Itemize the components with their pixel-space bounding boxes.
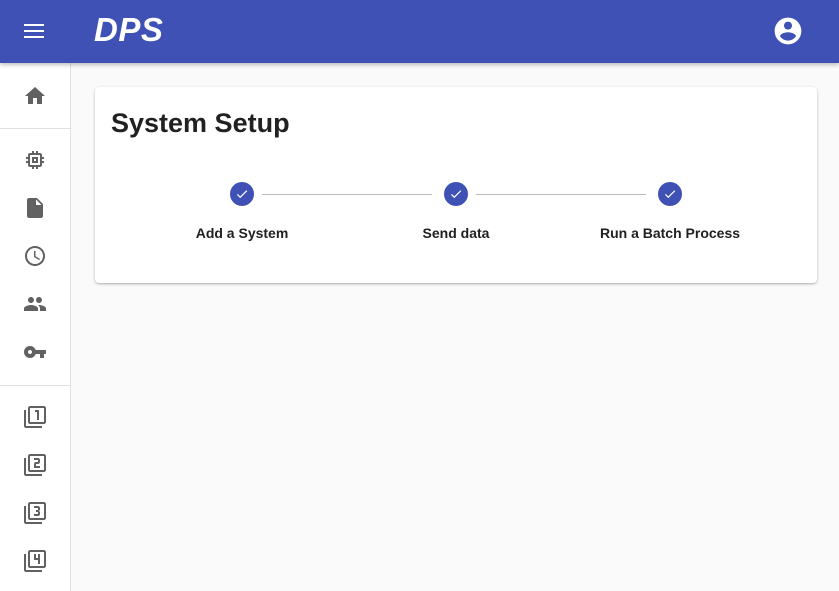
menu-button[interactable] — [12, 9, 56, 53]
sidebar-item-filter-1[interactable] — [0, 395, 70, 439]
app-brand[interactable]: DPS — [94, 11, 163, 49]
app-bar: DPS — [0, 0, 839, 63]
hamburger-menu-icon — [24, 24, 44, 38]
filter-3-icon — [24, 502, 46, 524]
page-title: System Setup — [111, 108, 290, 138]
sidebar-item-users[interactable] — [0, 282, 70, 326]
check-icon — [236, 190, 248, 199]
step-2-label[interactable]: Send data — [356, 225, 556, 241]
filter-2-icon — [24, 454, 46, 476]
sidebar-item-filter-3[interactable] — [0, 491, 70, 535]
clock-icon — [25, 246, 45, 266]
check-icon — [450, 190, 462, 199]
step-connector — [476, 194, 646, 195]
account-button[interactable] — [766, 9, 810, 53]
document-icon — [27, 198, 43, 218]
filter-4-icon — [24, 550, 46, 572]
sidebar-item-history[interactable] — [0, 234, 70, 278]
key-icon — [24, 346, 46, 358]
step-1-check-icon[interactable] — [230, 182, 254, 206]
sidebar-divider — [0, 385, 70, 386]
step-3-check-icon[interactable] — [658, 182, 682, 206]
sidebar-item-filter-4[interactable] — [0, 539, 70, 583]
sidebar-item-keys[interactable] — [0, 330, 70, 374]
step-3-label[interactable]: Run a Batch Process — [570, 225, 770, 241]
people-icon — [24, 297, 46, 311]
sidebar-item-home[interactable] — [0, 74, 70, 118]
sidebar-item-filter-2[interactable] — [0, 443, 70, 487]
sidebar-item-systems[interactable] — [0, 138, 70, 182]
sidebar-item-documents[interactable] — [0, 186, 70, 230]
step-connector — [262, 194, 432, 195]
sidebar — [0, 63, 71, 591]
sidebar-divider — [0, 128, 70, 129]
check-icon — [664, 190, 676, 199]
filter-1-icon — [24, 406, 46, 428]
step-1-label[interactable]: Add a System — [142, 225, 342, 241]
system-setup-card: System Setup Add a System Send data Run … — [95, 87, 817, 283]
chip-icon — [26, 151, 44, 169]
home-icon — [25, 87, 45, 104]
account-circle-icon — [774, 17, 802, 45]
step-2-check-icon[interactable] — [444, 182, 468, 206]
